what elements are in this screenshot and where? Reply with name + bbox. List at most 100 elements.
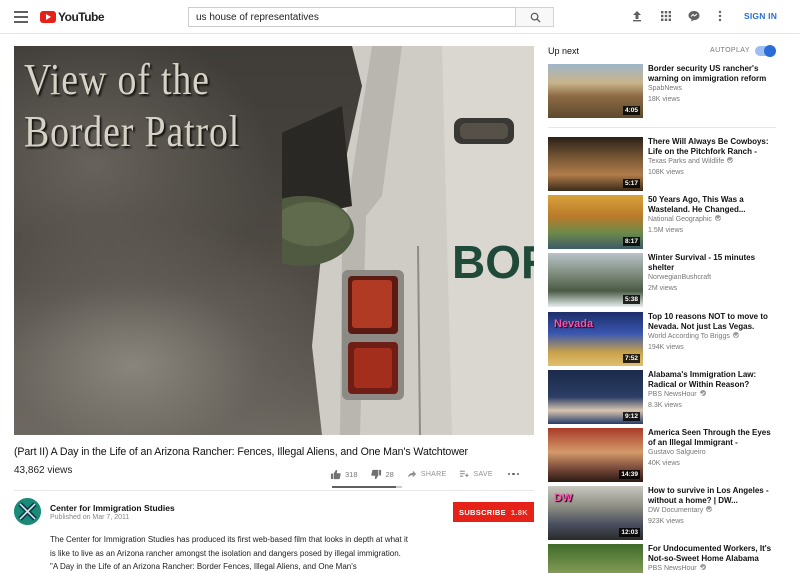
play-logo-icon: [40, 11, 56, 23]
recommended-title[interactable]: Winter Survival - 15 minutes shelter: [648, 253, 780, 273]
channel-name-text: PBS NewsHour: [648, 391, 697, 398]
recommended-video[interactable]: Nevada 7:52 Top 10 reasons NOT to move to …: [548, 312, 788, 366]
recommended-title[interactable]: America Seen Through the Eyes of an Ille…: [648, 428, 780, 448]
save-label: SAVE: [473, 470, 493, 478]
channel-avatar[interactable]: [14, 498, 41, 525]
channel-name-text: DW Documentary: [648, 507, 704, 514]
recommended-channel: NorwegianBushcraft: [648, 274, 711, 281]
sentiment-fill: [332, 486, 397, 488]
share-button[interactable]: SHARE: [407, 469, 447, 479]
recommended-video[interactable]: 9:12 Alabama's Immigration Law: Radical o…: [548, 370, 788, 424]
video-thumbnail[interactable]: 9:12: [548, 370, 643, 424]
divider: [14, 490, 534, 491]
dislike-count: 28: [385, 469, 394, 479]
duration-badge: 12:03: [619, 528, 640, 537]
dislike-button[interactable]: 28: [370, 469, 394, 480]
search-button[interactable]: [515, 7, 554, 27]
channel-name[interactable]: Center for Immigration Studies: [50, 503, 175, 513]
more-actions-icon[interactable]: [507, 472, 520, 476]
duration-badge: 9:12: [622, 412, 640, 421]
search-input[interactable]: [188, 7, 516, 27]
like-count: 318: [345, 469, 358, 479]
recommended-channel: Gustavo Salgueiro: [648, 449, 706, 456]
recommended-video[interactable]: 8:17 50 Years Ago, This Was a Wasteland. …: [548, 195, 788, 249]
verified-icon: [727, 157, 734, 164]
sentiment-bar: [332, 486, 402, 488]
verified-icon: [706, 506, 713, 513]
channel-name-text: National Geographic: [648, 216, 712, 223]
video-thumbnail[interactable]: Nevada 7:52: [548, 312, 643, 366]
truck-lettering: BOR: [452, 236, 534, 288]
search-box: [188, 7, 554, 27]
channel-name-text: PBS NewsHour: [648, 565, 697, 572]
channel-logo-icon: [14, 498, 41, 525]
channel-name-text: NorwegianBushcraft: [648, 274, 712, 281]
save-button[interactable]: SAVE: [459, 469, 493, 479]
recommended-title[interactable]: Border security US rancher's warning on …: [648, 64, 780, 84]
thumbnail-caption: DW: [554, 492, 573, 504]
video-thumbnail[interactable]: 5:17: [548, 137, 643, 191]
verified-icon: [714, 215, 721, 222]
subscribe-button[interactable]: SUBSCRIBE 1.8K: [453, 502, 534, 522]
video-title: (Part II) A Day in the Life of an Arizon…: [14, 446, 468, 458]
apps-grid-icon[interactable]: [659, 9, 673, 23]
recommended-video[interactable]: 4:05 Border security US rancher's warning…: [548, 64, 788, 118]
recommended-title[interactable]: Top 10 reasons NOT to move to Nevada. No…: [648, 312, 780, 332]
add-to-playlist-icon: [460, 470, 470, 477]
recommended-views: 40K views: [648, 460, 680, 467]
thumbs-up-icon: [330, 469, 341, 479]
menu-icon[interactable]: [14, 11, 28, 23]
recommended-channel: PBS NewsHour: [648, 390, 706, 398]
video-thumbnail[interactable]: 5:38: [548, 253, 643, 307]
share-icon: [407, 470, 417, 478]
like-button[interactable]: 318: [330, 469, 358, 480]
verified-icon: [699, 564, 706, 571]
recommended-video[interactable]: 14:39 America Seen Through the Eyes of an…: [548, 428, 788, 482]
video-thumbnail[interactable]: 8:17: [548, 195, 643, 249]
recommended-title[interactable]: Alabama's Immigration Law: Radical or Wi…: [648, 370, 780, 390]
recommended-views: 108K views: [648, 169, 684, 176]
autoplay-toggle[interactable]: [755, 45, 776, 57]
up-next-heading: Up next: [548, 46, 580, 56]
recommended-video[interactable]: 5:38 Winter Survival - 15 minutes shelter…: [548, 253, 788, 307]
video-thumbnail[interactable]: [548, 544, 643, 573]
recommended-channel: Texas Parks and Wildlife: [648, 157, 734, 165]
video-thumbnail[interactable]: 14:39: [548, 428, 643, 482]
recommended-views: 18K views: [648, 96, 680, 103]
up-next-divider: [548, 127, 776, 128]
recommended-title[interactable]: For Undocumented Workers, It's Not-so-Sw…: [648, 544, 780, 564]
recommended-channel: PBS NewsHour: [648, 564, 706, 572]
video-title-overlay: View of the Border Patrol: [24, 55, 241, 156]
sign-in-button[interactable]: SIGN IN: [744, 11, 777, 21]
youtube-logo[interactable]: YouTube: [40, 9, 105, 25]
recommended-views: 194K views: [648, 344, 684, 351]
search-icon: [530, 12, 541, 23]
recommended-channel: World According To Briggs: [648, 332, 739, 340]
publish-date: Published on Mar 7, 2011: [50, 514, 130, 521]
messages-icon[interactable]: [687, 9, 701, 23]
duration-badge: 14:39: [619, 470, 640, 479]
upload-icon[interactable]: [630, 9, 644, 23]
recommended-views: 1.5M views: [648, 227, 684, 234]
channel-name-text: World According To Briggs: [648, 333, 730, 340]
recommended-title[interactable]: 50 Years Ago, This Was a Wasteland. He C…: [648, 195, 780, 215]
logo-text: YouTube: [58, 10, 105, 24]
recommended-title[interactable]: There Will Always Be Cowboys: Life on th…: [648, 137, 780, 157]
video-thumbnail[interactable]: 4:05: [548, 64, 643, 118]
recommended-views: 923K views: [648, 518, 684, 525]
video-description: The Center for Immigration Studies has p…: [50, 535, 408, 571]
channel-name-text: Texas Parks and Wildlife: [648, 158, 725, 165]
recommended-channel: National Geographic: [648, 215, 721, 223]
duration-badge: 5:38: [622, 295, 640, 304]
recommended-channel: SpabNews: [648, 85, 682, 92]
recommended-video[interactable]: 5:17 There Will Always Be Cowboys: Life o…: [548, 137, 788, 191]
video-thumbnail[interactable]: DW 12:03: [548, 486, 643, 540]
recommended-video[interactable]: DW 12:03 How to survive in Los Angeles - w…: [548, 486, 788, 540]
subscriber-count: 1.8K: [510, 507, 528, 517]
video-player[interactable]: BOR View of the Border Patrol: [14, 46, 534, 435]
recommended-title[interactable]: How to survive in Los Angeles - without …: [648, 486, 780, 506]
duration-badge: 5:17: [622, 179, 640, 188]
recommended-video[interactable]: For Undocumented Workers, It's Not-so-Sw…: [548, 544, 788, 573]
recommended-views: 8.3K views: [648, 402, 682, 409]
more-vertical-icon[interactable]: [713, 9, 727, 23]
